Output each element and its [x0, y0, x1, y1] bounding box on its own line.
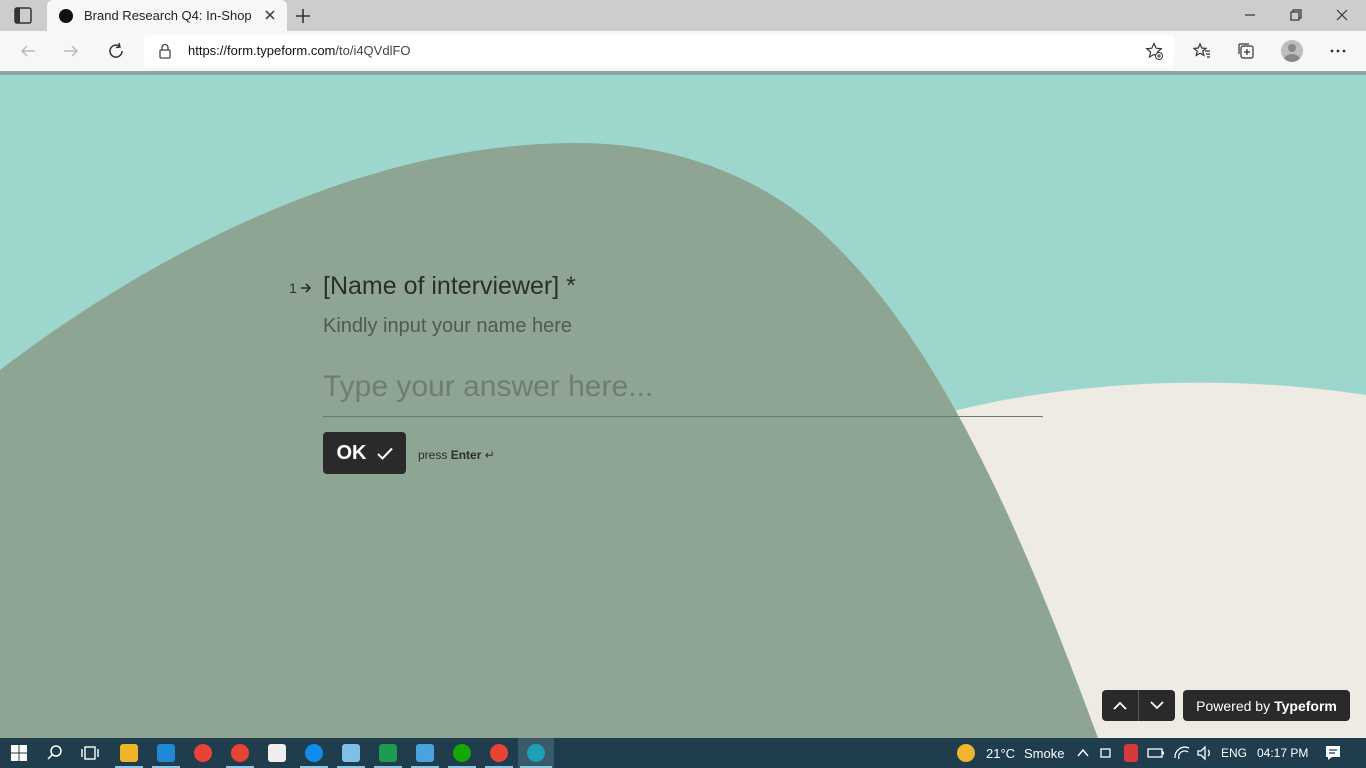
powered-by-typeform-link[interactable]: Powered by Typeform [1183, 690, 1350, 721]
meet-now-icon[interactable] [1100, 744, 1114, 762]
close-tab-icon[interactable] [263, 8, 277, 22]
back-icon[interactable] [19, 42, 37, 60]
enter-key-icon: ↵ [484, 448, 495, 462]
powered-brand: Typeform [1274, 697, 1337, 714]
wifi-icon[interactable] [1173, 744, 1191, 762]
url-text[interactable]: https://form.typeform.com/to/i4QVdlFO [188, 43, 411, 58]
tab-actions-icon[interactable] [14, 7, 32, 24]
typeform-favicon-icon [59, 9, 73, 23]
person-icon [1284, 44, 1300, 62]
temperature[interactable]: 21°C [986, 746, 1015, 761]
hint-key: Enter [450, 448, 482, 462]
weather-condition[interactable]: Smoke [1024, 746, 1064, 761]
address-bar[interactable]: https://form.typeform.com/to/i4QVdlFO [144, 35, 1174, 67]
excel-icon[interactable] [379, 744, 397, 762]
minimize-icon[interactable] [1243, 8, 1257, 22]
windows-taskbar: 21°C Smoke ENG 04:17 PM [0, 738, 1366, 768]
ok-button[interactable]: OK [323, 432, 406, 474]
chrome-profile-icon[interactable] [231, 744, 249, 762]
favorites-icon[interactable] [1193, 42, 1211, 60]
more-menu-icon[interactable] [1329, 42, 1347, 60]
task-view-icon[interactable] [81, 744, 99, 762]
new-tab-icon[interactable] [294, 7, 312, 25]
answer-input[interactable] [323, 365, 1043, 417]
collections-icon[interactable] [1237, 42, 1255, 60]
upwork-icon[interactable] [453, 744, 471, 762]
checkmark-icon [376, 447, 393, 460]
edge-icon[interactable] [527, 744, 545, 762]
chevron-down-icon [1149, 701, 1164, 710]
question-navigation [1102, 690, 1175, 721]
search-icon[interactable] [46, 744, 64, 762]
url-path: /to/i4QVdlFO [335, 43, 411, 58]
terminal-icon[interactable] [268, 744, 286, 762]
file-explorer-icon[interactable] [120, 744, 138, 762]
hint-prefix: press [418, 448, 448, 462]
refresh-icon[interactable] [107, 42, 125, 60]
security-shield-icon[interactable] [1124, 744, 1138, 762]
green-blob [0, 142, 1098, 738]
typeform-page: 1 [Name of interviewer] * Kindly input y… [0, 75, 1366, 738]
chevron-up-icon[interactable] [1076, 744, 1090, 762]
chevron-up-icon [1113, 701, 1127, 710]
forward-icon[interactable] [62, 42, 80, 60]
chrome-icon[interactable] [490, 744, 508, 762]
battery-icon[interactable] [1147, 744, 1165, 762]
browser-tab[interactable]: Brand Research Q4: In-Shop [47, 0, 287, 31]
vscode-icon[interactable] [157, 744, 175, 762]
photos-icon[interactable] [416, 744, 434, 762]
teamviewer-icon[interactable] [305, 744, 323, 762]
profile-avatar[interactable] [1281, 40, 1303, 62]
notifications-icon[interactable] [1324, 744, 1342, 762]
lock-icon[interactable] [158, 43, 172, 59]
language-indicator[interactable]: ENG [1221, 746, 1247, 760]
question-number-text: 1 [289, 280, 297, 296]
notepad-icon[interactable] [342, 744, 360, 762]
weather-icon[interactable] [957, 744, 975, 762]
start-icon[interactable] [10, 744, 28, 762]
tab-title: Brand Research Q4: In-Shop [84, 8, 252, 23]
arrow-right-icon [300, 283, 311, 293]
restore-icon[interactable] [1289, 8, 1303, 22]
question-number: 1 [289, 280, 312, 296]
ok-label: OK [336, 441, 367, 464]
next-question-button[interactable] [1138, 690, 1174, 721]
question-description: Kindly input your name here [323, 315, 573, 337]
previous-question-button[interactable] [1102, 690, 1138, 721]
clock[interactable]: 04:17 PM [1257, 746, 1308, 760]
close-window-icon[interactable] [1335, 8, 1349, 22]
chrome-icon[interactable] [194, 744, 212, 762]
tab-strip: Brand Research Q4: In-Shop [0, 0, 1366, 31]
powered-prefix: Powered by [1196, 697, 1271, 714]
url-host: https://form.typeform.com [188, 43, 336, 58]
add-favorite-icon[interactable] [1145, 42, 1163, 60]
question-title: [Name of interviewer] * [323, 272, 576, 300]
navigation-bar: https://form.typeform.com/to/i4QVdlFO [0, 31, 1366, 71]
volume-icon[interactable] [1196, 744, 1214, 762]
enter-hint: press Enter ↵ [418, 448, 495, 462]
